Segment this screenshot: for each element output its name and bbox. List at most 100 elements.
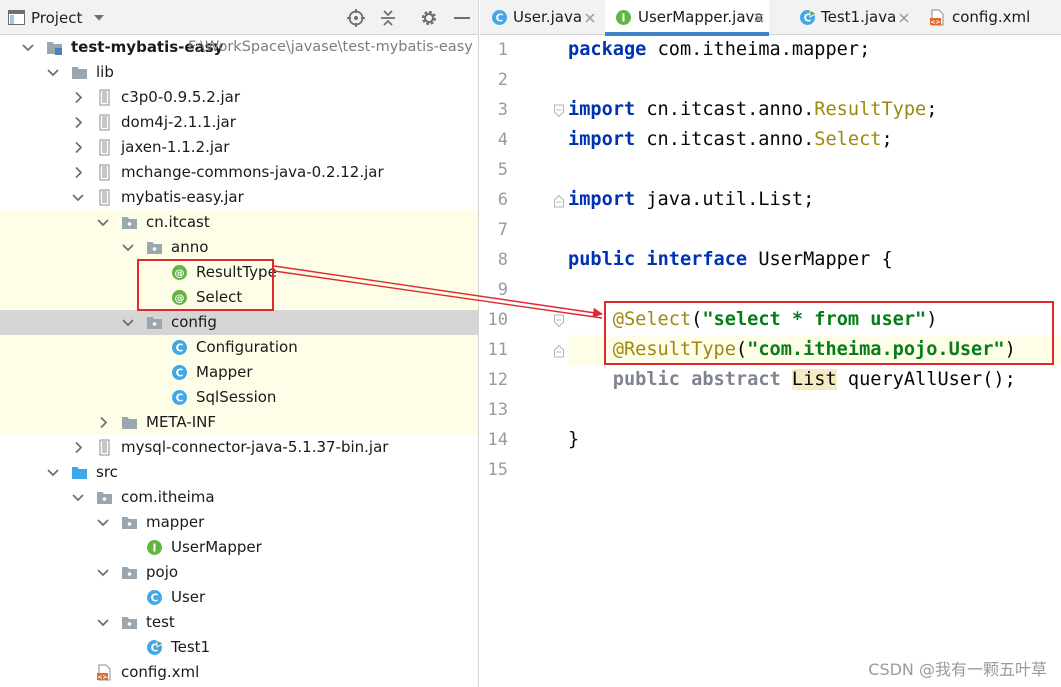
tree-row-pojo[interactable]: pojo	[0, 560, 478, 585]
project-tool-window: Project test-mybatis-easy F:\WorkSpace\ja…	[0, 0, 479, 687]
chevron-right-icon[interactable]	[71, 164, 85, 181]
tab-label: config.xml	[952, 8, 1031, 26]
import-class[interactable]: Select	[814, 129, 881, 150]
keyword: import	[568, 189, 636, 210]
return-type[interactable]: List	[791, 369, 837, 390]
chevron-down-icon[interactable]	[92, 0, 106, 35]
tree-row-usermapper[interactable]: I UserMapper	[0, 535, 478, 560]
tree-row-dom4j-2-1-1-jar[interactable]: dom4j-2.1.1.jar	[0, 110, 478, 135]
tree-row-lib[interactable]: lib	[0, 60, 478, 85]
line-number: 7	[497, 220, 508, 240]
svg-text:I: I	[622, 13, 626, 25]
gear-icon[interactable]	[418, 0, 440, 35]
chevron-right-icon[interactable]	[71, 89, 85, 106]
fold-marker-icon[interactable]	[553, 313, 565, 328]
chevron-down-icon[interactable]	[96, 514, 110, 531]
chevron-down-icon[interactable]	[96, 614, 110, 631]
tree-row-mybatis-easy-jar[interactable]: mybatis-easy.jar	[0, 185, 478, 210]
fold-marker-icon[interactable]	[553, 193, 565, 208]
close-icon[interactable]	[752, 10, 766, 24]
tab-config-xml[interactable]: <> config.xml	[919, 0, 1061, 35]
tree-row-test-mybatis-easy[interactable]: test-mybatis-easy F:\WorkSpace\javase\tes…	[0, 35, 478, 60]
chevron-right-icon[interactable]	[71, 114, 85, 131]
fold-marker-icon[interactable]	[553, 103, 565, 118]
tree-label: Configuration	[196, 338, 298, 356]
tree-row-test1[interactable]: C Test1	[0, 635, 478, 660]
line-number: 3	[497, 100, 508, 120]
tree-row-cn-itcast[interactable]: cn.itcast	[0, 210, 478, 235]
project-view-selector[interactable]: Project	[31, 0, 82, 35]
tree-label: UserMapper	[171, 538, 262, 556]
tab-usermapper-java[interactable]: I UserMapper.java	[605, 0, 769, 36]
tree-row-mapper[interactable]: mapper	[0, 510, 478, 535]
chevron-right-icon[interactable]	[71, 439, 85, 456]
tree-label: test	[146, 613, 175, 631]
chevron-down-icon[interactable]	[46, 464, 60, 481]
chevron-down-icon[interactable]	[96, 214, 110, 231]
tree-row-test[interactable]: test	[0, 610, 478, 635]
tree-row-mapper[interactable]: C Mapper	[0, 360, 478, 385]
tree-row-com-itheima[interactable]: com.itheima	[0, 485, 478, 510]
fold-marker-icon[interactable]	[553, 343, 565, 358]
chevron-right-icon[interactable]	[71, 139, 85, 156]
import-class[interactable]: ResultType	[814, 99, 926, 120]
keyword: public	[568, 249, 636, 270]
tree-row-sqlsession[interactable]: C SqlSession	[0, 385, 478, 410]
tree-row-src[interactable]: src	[0, 460, 478, 485]
code-line-14: }	[568, 425, 579, 455]
tab-label: User.java	[513, 8, 583, 26]
tree-row-config-xml[interactable]: <> config.xml	[0, 660, 478, 685]
chevron-down-icon[interactable]	[121, 239, 135, 256]
collapse-all-icon[interactable]	[378, 0, 398, 35]
project-title: Project	[31, 8, 83, 27]
line-number: 13	[487, 400, 508, 420]
keyword: import	[568, 129, 636, 150]
chevron-down-icon[interactable]	[96, 564, 110, 581]
tree-row-mysql-connector-java-5-1-37-bin-jar[interactable]: mysql-connector-java-5.1.37-bin.jar	[0, 435, 478, 460]
svg-text:C: C	[151, 593, 159, 605]
minimize-icon[interactable]	[452, 0, 472, 35]
svg-text:C: C	[176, 343, 184, 355]
package-icon	[146, 314, 163, 331]
tree-row-configuration[interactable]: C Configuration	[0, 335, 478, 360]
chevron-down-icon[interactable]	[71, 189, 85, 206]
tree-row-mchange-commons-java-0-2-12-jar[interactable]: mchange-commons-java-0.2.12.jar	[0, 160, 478, 185]
tree-row-user[interactable]: C User	[0, 585, 478, 610]
tree-label: Test1	[171, 638, 211, 656]
tab-user-java[interactable]: C User.java	[480, 0, 601, 35]
tree-row-jaxen-1-1-2-jar[interactable]: jaxen-1.1.2.jar	[0, 135, 478, 160]
chevron-down-icon[interactable]	[71, 489, 85, 506]
jar-icon	[96, 189, 113, 206]
editor-gutter[interactable]: 1 2 3 4 5 6 7 8 9 10 11 12 13 14 15	[480, 35, 564, 687]
tree-row-config[interactable]: config	[0, 310, 478, 335]
project-header: Project	[0, 0, 478, 35]
tree-label: c3p0-0.9.5.2.jar	[121, 88, 241, 106]
line-number: 4	[497, 130, 508, 150]
chevron-right-icon[interactable]	[96, 414, 110, 431]
jar-icon	[96, 439, 113, 456]
xml-file-icon: <>	[929, 9, 946, 26]
close-icon[interactable]	[583, 10, 597, 24]
runnable-class-icon: C	[799, 9, 817, 26]
semicolon: ;	[926, 99, 938, 120]
locate-icon[interactable]	[345, 0, 367, 35]
tree-row-meta-inf[interactable]: META-INF	[0, 410, 478, 435]
tree-row-anno[interactable]: anno	[0, 235, 478, 260]
package-icon	[121, 514, 138, 531]
code-highlight-box	[604, 301, 1054, 365]
interface-declaration: UserMapper {	[747, 249, 893, 270]
line-number: 5	[497, 160, 508, 180]
source-folder-icon	[71, 464, 88, 481]
tree-label: mapper	[146, 513, 205, 531]
project-view-icon[interactable]	[6, 0, 26, 35]
tab-test1-java[interactable]: C Test1.java	[790, 0, 919, 35]
close-icon[interactable]	[897, 10, 911, 24]
folder-icon	[121, 414, 138, 431]
tab-label: UserMapper.java	[638, 8, 764, 26]
chevron-down-icon[interactable]	[121, 314, 135, 331]
import-path: java.util.List;	[635, 189, 815, 210]
chevron-down-icon[interactable]	[21, 39, 35, 56]
keyword: public	[612, 369, 680, 390]
tree-row-c3p0-0-9-5-2-jar[interactable]: c3p0-0.9.5.2.jar	[0, 85, 478, 110]
chevron-down-icon[interactable]	[46, 64, 60, 81]
